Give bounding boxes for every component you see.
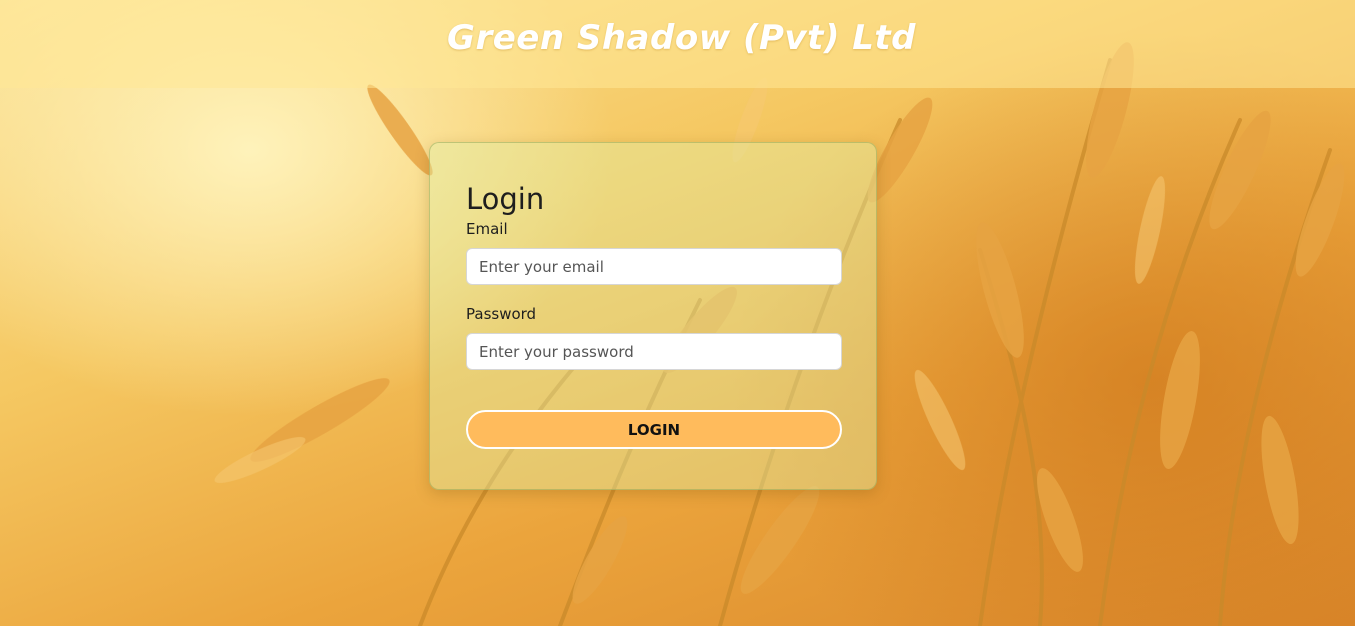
- login-form: Login Email Password LOGIN: [429, 142, 877, 490]
- header-bar: Green Shadow (Pvt) Ltd: [0, 0, 1355, 88]
- login-page: Green Shadow (Pvt) Ltd Login Email Passw…: [0, 0, 1355, 626]
- brand-title: Green Shadow (Pvt) Ltd: [447, 18, 916, 58]
- email-input[interactable]: [466, 248, 842, 285]
- password-input[interactable]: [466, 333, 842, 370]
- password-label: Password: [466, 305, 537, 323]
- email-label: Email: [466, 220, 508, 238]
- login-heading: Login: [466, 182, 545, 216]
- login-button[interactable]: LOGIN: [466, 410, 842, 449]
